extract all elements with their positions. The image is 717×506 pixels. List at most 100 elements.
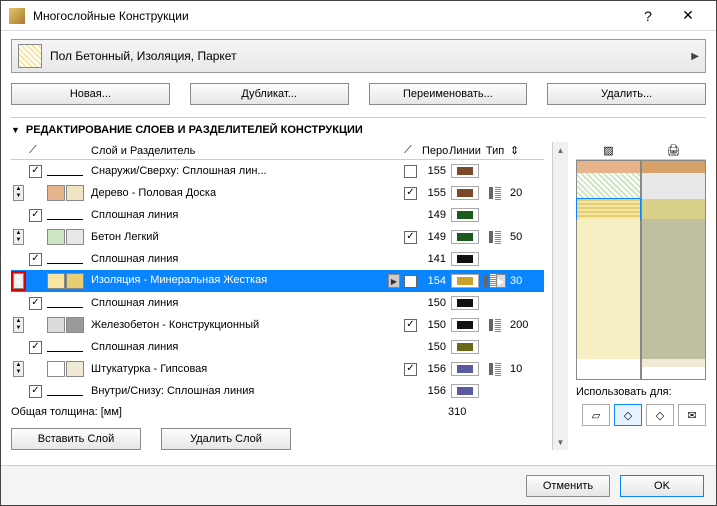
composite-dropdown[interactable]: Пол Бетонный, Изоляция, Паркет ▶ [11, 39, 706, 73]
reorder-spinner[interactable]: ▲▼ [13, 317, 24, 333]
line-preview[interactable] [451, 252, 479, 266]
app-icon [9, 8, 25, 24]
core-checkbox[interactable]: ✓ [404, 275, 417, 288]
use-roof-button[interactable]: ◇ [646, 404, 674, 426]
section-header[interactable]: ▼ РЕДАКТИРОВАНИЕ СЛОЕВ И РАЗДЕЛИТЕЛЕЙ КО… [11, 124, 706, 136]
line-preview[interactable] [451, 384, 479, 398]
reorder-spinner[interactable]: ▲▼ [13, 185, 24, 201]
pen-number[interactable]: 150 [420, 341, 448, 353]
visible-checkbox[interactable]: ✓ [29, 341, 42, 354]
layer-name: Сплошная линия [89, 253, 402, 265]
pen-number[interactable]: 150 [420, 319, 448, 331]
material-swatch[interactable] [47, 273, 87, 289]
delete-layer-button[interactable]: Удалить Слой [161, 428, 291, 450]
preview-print-icon: 🖨 [641, 142, 706, 159]
layer-type[interactable] [484, 274, 496, 288]
table-row[interactable]: ✓ Снаружи/Сверху: Сплошная лин... 155 [11, 160, 544, 182]
material-swatch[interactable] [47, 317, 87, 333]
reorder-spinner[interactable]: ▲▼ [13, 273, 24, 289]
line-preview[interactable] [451, 230, 479, 244]
reorder-spinner[interactable]: ▲▼ [13, 229, 24, 245]
titlebar: Многослойные Конструкции ? ✕ [1, 1, 716, 31]
layer-name: Сплошная линия [89, 297, 402, 309]
grid-scrollbar[interactable]: ▲ ▼ [552, 142, 568, 450]
table-row[interactable]: ▲▼Железобетон - Конструкционный✓150200 [11, 314, 544, 336]
preview-panel: ▨ 🖨 Использовать для: ▱ ◇ ◇ ✉ [576, 142, 706, 450]
new-button[interactable]: Новая... [11, 83, 170, 105]
use-shell-button[interactable]: ✉ [678, 404, 706, 426]
layer-type[interactable] [489, 318, 501, 332]
material-swatch[interactable] [47, 185, 87, 201]
layer-type[interactable] [489, 230, 501, 244]
table-row[interactable]: ▲▼Штукатурка - Гипсовая✓15610 [11, 358, 544, 380]
material-swatch[interactable] [47, 229, 87, 245]
core-checkbox[interactable]: ✓ [404, 319, 417, 332]
line-preview[interactable] [451, 362, 479, 376]
chevron-right-icon: ▶ [691, 51, 699, 62]
layer-name: Дерево - Половая Доска [89, 187, 402, 199]
layer-type[interactable] [489, 186, 501, 200]
thickness-value[interactable]: 50 [508, 231, 544, 243]
line-preview[interactable] [451, 186, 479, 200]
line-preview[interactable] [451, 208, 479, 222]
layer-name: Сплошная линия [89, 209, 402, 221]
delete-button[interactable]: Удалить... [547, 83, 706, 105]
thickness-value[interactable]: 30 [508, 275, 544, 287]
pen-number[interactable]: 155 [420, 187, 448, 199]
preview-column [576, 160, 641, 380]
material-swatch[interactable] [47, 361, 87, 377]
core-checkbox[interactable]: ✓ [404, 187, 417, 200]
use-slab-button[interactable]: ◇ [614, 404, 642, 426]
pen-number[interactable]: 149 [420, 231, 448, 243]
pen-number[interactable]: 156 [420, 385, 448, 397]
thickness-value[interactable]: 20 [508, 187, 544, 199]
cancel-button[interactable]: Отменить [526, 475, 610, 497]
pen-number[interactable]: 154 [420, 275, 448, 287]
rename-button[interactable]: Переименовать... [369, 83, 528, 105]
visible-checkbox[interactable]: ✓ [29, 165, 42, 178]
visible-checkbox[interactable]: ✓ [29, 385, 42, 398]
ok-button[interactable]: OK [620, 475, 704, 497]
use-for-label: Использовать для: [576, 386, 706, 398]
table-row[interactable]: ▲▼Бетон Легкий✓14950 [11, 226, 544, 248]
thickness-value[interactable]: 10 [508, 363, 544, 375]
visible-checkbox[interactable]: ✓ [29, 297, 42, 310]
thickness-value[interactable]: 200 [508, 319, 544, 331]
table-row[interactable]: ✓ Сплошная линия 149 [11, 204, 544, 226]
table-row[interactable]: ✓Сплошная линия150 [11, 336, 544, 358]
table-row[interactable]: ▲▼ Дерево - Половая Доска✓155 20 [11, 182, 544, 204]
line-preview[interactable] [451, 318, 479, 332]
line-preview[interactable] [451, 296, 479, 310]
reorder-spinner[interactable]: ▲▼ [13, 361, 24, 377]
composite-label: Пол Бетонный, Изоляция, Паркет [50, 49, 691, 63]
pen-number[interactable]: 155 [420, 165, 448, 177]
pen-number[interactable]: 156 [420, 363, 448, 375]
line-preview[interactable] [451, 164, 479, 178]
pen-number[interactable]: 149 [420, 209, 448, 221]
visible-checkbox[interactable]: ✓ [29, 253, 42, 266]
core-checkbox[interactable] [404, 165, 417, 178]
section-title: РЕДАКТИРОВАНИЕ СЛОЕВ И РАЗДЕЛИТЕЛЕЙ КОНС… [26, 124, 363, 136]
layer-type[interactable] [489, 362, 501, 376]
preview-hatch-icon: ▨ [576, 142, 641, 159]
table-row[interactable]: ✓ Сплошная линия 141 [11, 248, 544, 270]
help-button[interactable]: ? [628, 2, 668, 30]
table-row[interactable]: ✓ Сплошная линия 150 [11, 292, 544, 314]
insert-layer-button[interactable]: Вставить Слой [11, 428, 141, 450]
pen-number[interactable]: 150 [420, 297, 448, 309]
scroll-down-icon[interactable]: ▼ [553, 434, 568, 450]
core-checkbox[interactable]: ✓ [404, 231, 417, 244]
pen-number[interactable]: 141 [420, 253, 448, 265]
close-button[interactable]: ✕ [668, 2, 708, 30]
scroll-up-icon[interactable]: ▲ [553, 142, 568, 158]
core-checkbox[interactable]: ✓ [404, 363, 417, 376]
table-row[interactable]: ▲▼Изоляция - Минеральная Жесткая▶✓154▶30 [11, 270, 544, 292]
table-row[interactable]: ✓Внутри/Снизу: Сплошная линия156 [11, 380, 544, 402]
layer-name: Снаружи/Сверху: Сплошная лин... [89, 165, 402, 177]
visible-checkbox[interactable]: ✓ [29, 209, 42, 222]
line-preview[interactable] [451, 340, 479, 354]
preview-column [641, 160, 706, 380]
line-preview[interactable] [451, 274, 479, 288]
use-wall-button[interactable]: ▱ [582, 404, 610, 426]
duplicate-button[interactable]: Дубликат... [190, 83, 349, 105]
